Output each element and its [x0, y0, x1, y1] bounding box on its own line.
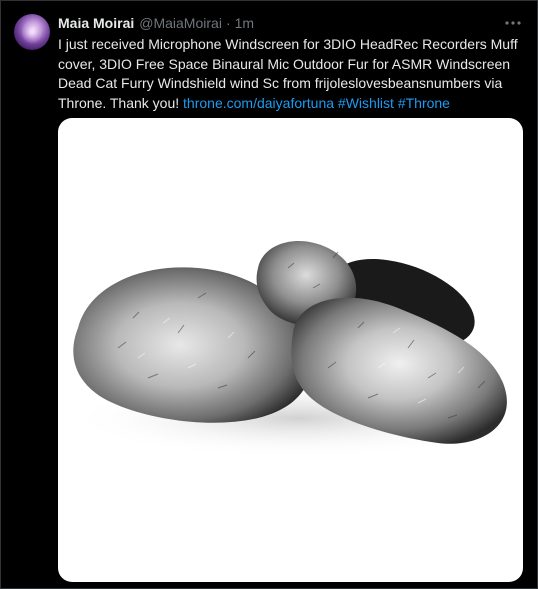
hashtag-wishlist[interactable]: #Wishlist — [338, 95, 394, 111]
tweet-card[interactable]: Maia Moirai @MaiaMoirai · 1m I just rece… — [0, 0, 538, 589]
hashtag-throne[interactable]: #Throne — [398, 95, 450, 111]
fur-windscreen-photo — [68, 240, 523, 458]
more-options-button[interactable] — [503, 13, 523, 33]
more-horizontal-icon — [505, 21, 521, 25]
avatar-glow — [22, 20, 42, 44]
tweet-media-image[interactable] — [58, 118, 523, 582]
tweet-header: Maia Moirai @MaiaMoirai · 1m — [58, 14, 254, 32]
timestamp[interactable]: 1m — [235, 15, 254, 31]
author-name[interactable]: Maia Moirai — [58, 15, 134, 31]
avatar[interactable] — [14, 14, 50, 50]
author-handle[interactable]: @MaiaMoirai — [139, 15, 222, 31]
separator-dot: · — [225, 15, 231, 31]
tweet-text: I just received Microphone Windscreen fo… — [58, 35, 526, 113]
throne-link[interactable]: throne.com/daiyafortuna — [183, 95, 334, 111]
